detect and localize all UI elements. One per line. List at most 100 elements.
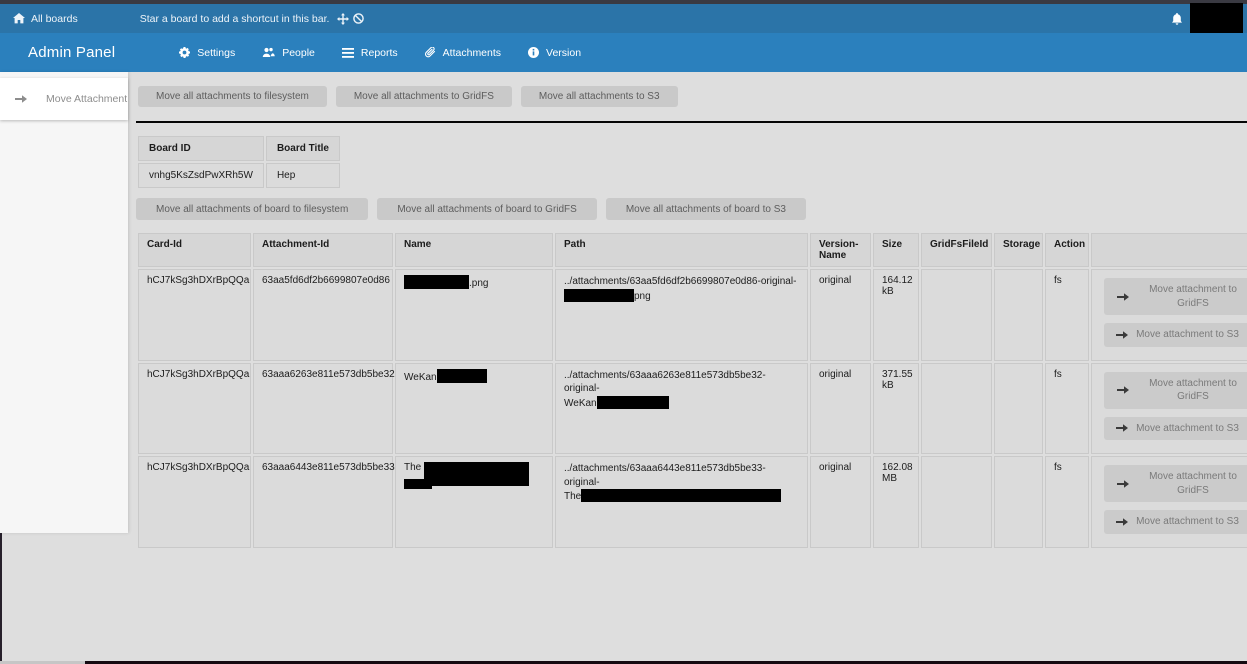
table-row: vnhg5KsZsdPwXRh5W Hep [138, 163, 340, 188]
all-boards-link[interactable]: All boards [13, 13, 78, 25]
info-icon [528, 47, 539, 58]
move-attachment-gridfs-button[interactable]: Move attachment to GridFS [1104, 372, 1247, 409]
move-attachment-s3-button[interactable]: Move attachment to S3 [1104, 417, 1247, 441]
move-all-s3-button[interactable]: Move all attachments to S3 [521, 86, 678, 107]
version-name-cell: original [810, 456, 871, 548]
action-cell: fs [1045, 456, 1089, 548]
arrow-right-icon [1117, 385, 1129, 395]
card-id-cell: hCJ7kSg3hDXrBpQQa [138, 363, 251, 455]
admin-nav: Settings People Reports Attachments [179, 47, 581, 59]
sidebar-item-move-attachment[interactable]: Move Attachment [0, 78, 128, 120]
col-header-attachment-id: Attachment-Id [253, 233, 393, 267]
action-cell: fs [1045, 269, 1089, 361]
list-icon [342, 48, 354, 58]
col-header-action: Action [1045, 233, 1089, 267]
col-header-storage: Storage [994, 233, 1043, 267]
redacted-box [404, 275, 469, 289]
redacted-box [597, 396, 669, 409]
redacted-box [437, 369, 487, 383]
gridfsfileid-cell [921, 456, 992, 548]
redacted-box [404, 479, 432, 489]
size-cell: 371.55 kB [873, 363, 919, 455]
arrow-right-icon [1116, 517, 1128, 527]
gear-icon [179, 47, 190, 58]
storage-cell [994, 269, 1043, 361]
col-header-version-name: Version-Name [810, 233, 871, 267]
arrow-right-icon [1116, 423, 1128, 433]
card-id-cell: hCJ7kSg3hDXrBpQQa [138, 269, 251, 361]
nav-item-reports[interactable]: Reports [342, 47, 398, 59]
shortcut-message: Star a board to add a shortcut in this b… [140, 13, 365, 25]
size-cell: 164.12 kB [873, 269, 919, 361]
name-cell: The [395, 456, 553, 548]
row-buttons-cell: Move attachment to GridFS Move attachmen… [1091, 456, 1247, 548]
arrow-right-icon [15, 94, 27, 104]
attachments-header-row: Card-Id Attachment-Id Name Path Version-… [138, 233, 1247, 267]
attachment-id-cell: 63aaa6263e811e573db5be32 [253, 363, 393, 455]
admin-header-bar: Admin Panel Settings People Reports [0, 33, 1247, 72]
top-bar: All boards Star a board to add a shortcu… [0, 4, 1247, 33]
attachment-id-cell: 63aaa6443e811e573db5be33 [253, 456, 393, 548]
nav-item-people[interactable]: People [262, 47, 315, 59]
name-cell: WeKan [395, 363, 553, 455]
move-attachment-s3-button[interactable]: Move attachment to S3 [1104, 323, 1247, 347]
table-row: hCJ7kSg3hDXrBpQQa 63aaa6443e811e573db5be… [138, 456, 1247, 548]
redacted-box [564, 289, 634, 302]
col-header-name: Name [395, 233, 553, 267]
version-name-cell: original [810, 363, 871, 455]
path-cell: ../attachments/63aaa6263e811e573db5be32-… [555, 363, 808, 455]
paperclip-icon [425, 47, 436, 58]
move-attachment-s3-button[interactable]: Move attachment to S3 [1104, 510, 1247, 534]
gridfsfileid-cell [921, 363, 992, 455]
move-board-filesystem-button[interactable]: Move all attachments of board to filesys… [136, 198, 368, 220]
board-id-header: Board ID [138, 136, 264, 161]
move-board-gridfs-button[interactable]: Move all attachments of board to GridFS [377, 198, 597, 220]
sidebar-item-label: Move Attachment [46, 93, 127, 105]
table-row: hCJ7kSg3hDXrBpQQa 63aaa6263e811e573db5be… [138, 363, 1247, 455]
move-all-gridfs-button[interactable]: Move all attachments to GridFS [336, 86, 512, 107]
nav-item-version[interactable]: Version [528, 47, 581, 59]
action-cell: fs [1045, 363, 1089, 455]
global-buttons-row: Move all attachments to filesystem Move … [138, 86, 1247, 107]
nav-item-attachments[interactable]: Attachments [425, 47, 501, 59]
attachments-table: Card-Id Attachment-Id Name Path Version-… [136, 231, 1247, 550]
board-table: Board ID Board Title vnhg5KsZsdPwXRh5W H… [136, 134, 342, 190]
move-icon[interactable] [337, 13, 349, 25]
board-buttons-row: Move all attachments of board to filesys… [136, 198, 1247, 220]
move-attachment-gridfs-button[interactable]: Move attachment to GridFS [1104, 465, 1247, 502]
bell-icon[interactable] [1171, 13, 1183, 26]
row-buttons-cell: Move attachment to GridFS Move attachmen… [1091, 269, 1247, 361]
arrow-right-icon [1117, 479, 1129, 489]
home-icon [13, 13, 25, 24]
main-content: Move all attachments to filesystem Move … [136, 72, 1247, 550]
size-cell: 162.08 MB [873, 456, 919, 548]
wekan-admin-screen: All boards Star a board to add a shortcu… [0, 0, 1247, 664]
attachment-id-cell: 63aa5fd6df2b6699807e0d86 [253, 269, 393, 361]
col-header-buttons [1091, 233, 1247, 267]
move-board-s3-button[interactable]: Move all attachments of board to S3 [606, 198, 806, 220]
redacted-user-badge [1190, 3, 1243, 33]
col-header-gridfsfileid: GridFsFileId [921, 233, 992, 267]
board-title-header: Board Title [266, 136, 340, 161]
move-all-filesystem-button[interactable]: Move all attachments to filesystem [138, 86, 327, 107]
row-buttons-cell: Move attachment to GridFS Move attachmen… [1091, 363, 1247, 455]
move-attachment-gridfs-button[interactable]: Move attachment to GridFS [1104, 278, 1247, 315]
col-header-path: Path [555, 233, 808, 267]
nav-item-settings[interactable]: Settings [179, 47, 235, 59]
arrow-right-icon [1117, 292, 1129, 302]
storage-cell [994, 456, 1043, 548]
page-title: Admin Panel [28, 44, 115, 61]
version-name-cell: original [810, 269, 871, 361]
col-header-card-id: Card-Id [138, 233, 251, 267]
path-cell: ../attachments/63aaa6443e811e573db5be33-… [555, 456, 808, 548]
redacted-box [581, 489, 781, 502]
table-row: hCJ7kSg3hDXrBpQQa 63aa5fd6df2b6699807e0d… [138, 269, 1247, 361]
people-icon [262, 47, 275, 58]
name-cell: .png [395, 269, 553, 361]
card-id-cell: hCJ7kSg3hDXrBpQQa [138, 456, 251, 548]
horizontal-rule [136, 121, 1247, 123]
ban-icon[interactable] [353, 13, 364, 24]
col-header-size: Size [873, 233, 919, 267]
gridfsfileid-cell [921, 269, 992, 361]
all-boards-label: All boards [31, 13, 78, 25]
